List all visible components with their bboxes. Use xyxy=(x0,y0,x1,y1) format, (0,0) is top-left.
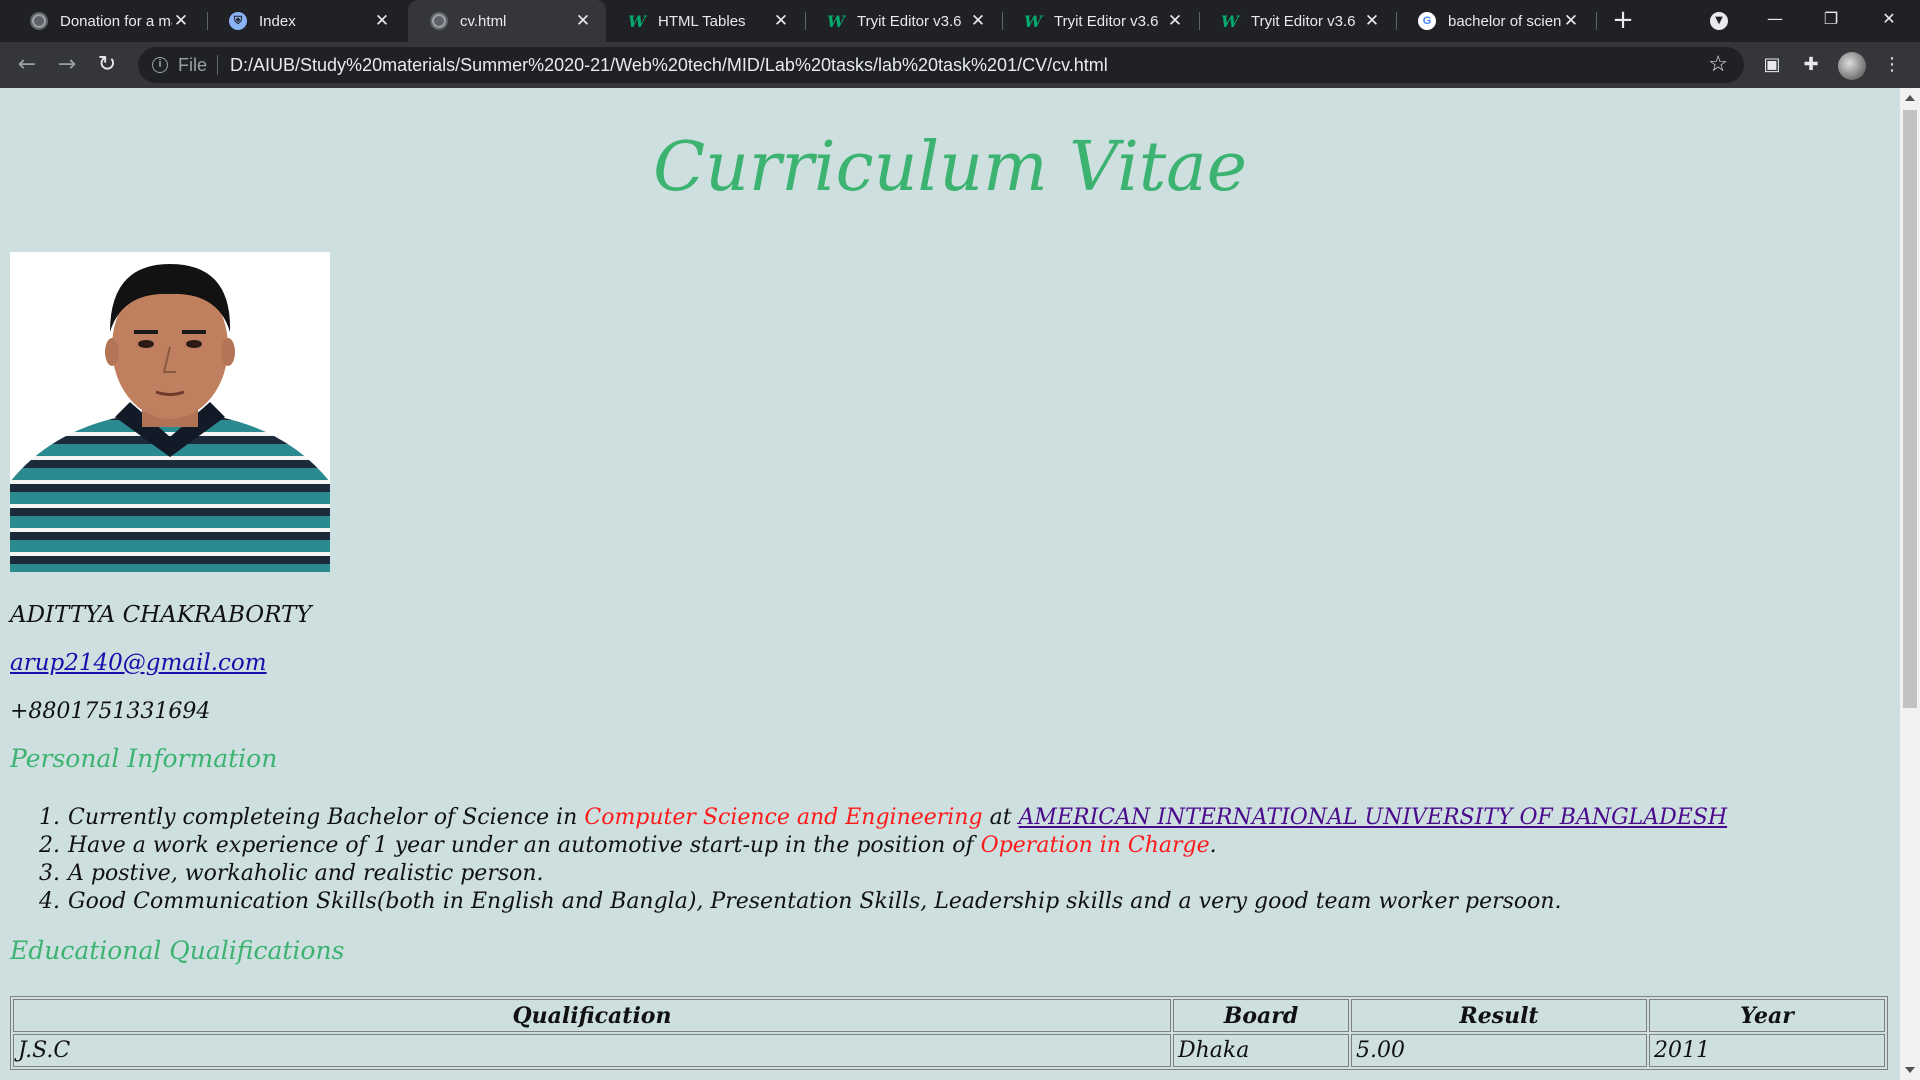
reload-icon[interactable]: ↻ xyxy=(92,50,122,80)
new-tab-icon[interactable]: + xyxy=(1608,6,1638,36)
major-highlight: Computer Science and Engineering xyxy=(584,805,983,830)
column-header-result: Result xyxy=(1351,999,1647,1032)
forward-icon[interactable]: → xyxy=(52,50,82,80)
close-icon[interactable]: ✕ xyxy=(373,11,391,31)
list-text: Currently completeing Bachelor of Scienc… xyxy=(68,805,585,830)
tab-tryit-2[interactable]: W Tryit Editor v3.6 ✕ xyxy=(1002,0,1198,42)
browser-toolbar: ← → ↻ i File D:/AIUB/Study%20materials/S… xyxy=(0,42,1920,88)
restore-icon[interactable]: ❐ xyxy=(1808,4,1854,34)
globe-icon xyxy=(30,12,48,30)
minimize-icon[interactable]: — xyxy=(1752,4,1798,34)
table-header-row: Qualification Board Result Year xyxy=(13,999,1885,1032)
address-scheme: File xyxy=(178,54,208,75)
profile-photo xyxy=(10,252,330,572)
list-item: 4. Good Communication Skills(both in Engl… xyxy=(30,888,1727,916)
tab-title: cv.html xyxy=(460,12,507,30)
table-cell: 5.00 xyxy=(1351,1034,1647,1067)
tab-donation[interactable]: Donation for a ma ✕ xyxy=(8,0,204,42)
person-name: ADITTYA CHAKRABORTY xyxy=(10,602,312,628)
position-highlight: Operation in Charge xyxy=(980,833,1210,858)
table-row: J.S.C Dhaka 5.00 2011 xyxy=(13,1034,1885,1067)
email-link[interactable]: arup2140@gmail.com xyxy=(10,650,267,676)
tab-title: Tryit Editor v3.6 xyxy=(1251,12,1356,30)
list-text: A postive, workaholic and realistic pers… xyxy=(68,861,544,886)
w3schools-icon: W xyxy=(1024,11,1042,31)
table-cell: 2011 xyxy=(1649,1034,1885,1067)
back-icon[interactable]: ← xyxy=(12,50,42,80)
table-cell: J.S.C xyxy=(13,1034,1171,1067)
list-item: 1. Currently completeing Bachelor of Scie… xyxy=(30,804,1727,832)
university-link[interactable]: AMERICAN INTERNATIONAL UNIVERSITY OF BAN… xyxy=(1019,805,1728,830)
close-icon[interactable]: ✕ xyxy=(574,11,592,31)
column-header-year: Year xyxy=(1649,999,1885,1032)
scroll-up-icon[interactable] xyxy=(1905,95,1915,101)
list-text: Have a work experience of 1 year under a… xyxy=(68,833,981,858)
w3schools-icon: W xyxy=(827,11,845,31)
personal-info-list: 1. Currently completeing Bachelor of Scie… xyxy=(30,804,1727,916)
tab-title: HTML Tables xyxy=(658,12,746,30)
page-viewport: Curriculum Vitae ADITTYA CHAKRABORTY aru… xyxy=(0,88,1900,1080)
education-table: Qualification Board Result Year J.S.C Dh… xyxy=(10,996,1888,1070)
scroll-down-icon[interactable] xyxy=(1905,1067,1915,1073)
w3schools-icon: W xyxy=(1221,11,1239,31)
list-text: . xyxy=(1209,833,1217,858)
tab-strip: Donation for a ma ✕ ⛨ Index ✕ cv.html ✕ … xyxy=(0,0,1920,42)
tab-search-icon[interactable]: ▼ xyxy=(1710,12,1728,30)
list-number: 3. xyxy=(39,861,60,886)
menu-kebab-icon[interactable]: ⋮ xyxy=(1880,53,1904,77)
education-heading: Educational Qualifications xyxy=(10,936,345,965)
tab-cv-html[interactable]: cv.html ✕ xyxy=(408,0,606,42)
media-icon[interactable]: ▣ xyxy=(1760,53,1784,77)
tab-title: Tryit Editor v3.6 xyxy=(1054,12,1159,30)
close-icon[interactable]: ✕ xyxy=(1363,11,1381,31)
tab-tryit-3[interactable]: W Tryit Editor v3.6 ✕ xyxy=(1199,0,1395,42)
extensions-icon[interactable]: ✚ xyxy=(1799,53,1823,77)
scrollbar-thumb[interactable] xyxy=(1903,110,1917,708)
page-title: Curriculum Vitae xyxy=(653,128,1247,207)
tab-html-tables[interactable]: W HTML Tables ✕ xyxy=(606,0,804,42)
globe-icon xyxy=(430,12,448,30)
google-icon: G xyxy=(1418,12,1436,30)
column-header-qualification: Qualification xyxy=(13,999,1171,1032)
shield-icon: ⛨ xyxy=(229,12,247,30)
tab-title: bachelor of scienc xyxy=(1448,12,1562,30)
bookmark-star-icon[interactable]: ☆ xyxy=(1708,51,1728,77)
w3schools-icon: W xyxy=(628,11,646,31)
column-header-board: Board xyxy=(1173,999,1349,1032)
address-bar[interactable]: i File D:/AIUB/Study%20materials/Summer%… xyxy=(138,47,1744,83)
vertical-scrollbar[interactable] xyxy=(1900,88,1920,1080)
list-number: 1. xyxy=(39,805,60,830)
list-item: 2. Have a work experience of 1 year under… xyxy=(30,832,1727,860)
tab-title: Index xyxy=(259,12,296,30)
list-number: 4. xyxy=(39,889,60,914)
info-icon[interactable]: i xyxy=(152,57,168,73)
window-close-icon[interactable]: ✕ xyxy=(1866,4,1912,34)
address-url[interactable]: D:/AIUB/Study%20materials/Summer%2020-21… xyxy=(230,55,1108,76)
close-icon[interactable]: ✕ xyxy=(772,11,790,31)
personal-info-heading: Personal Information xyxy=(10,744,278,773)
tab-title: Donation for a ma xyxy=(60,12,172,30)
profile-avatar[interactable] xyxy=(1838,52,1866,80)
tab-tryit-1[interactable]: W Tryit Editor v3.6 ✕ xyxy=(805,0,1001,42)
close-icon[interactable]: ✕ xyxy=(172,11,190,31)
address-divider xyxy=(217,55,219,75)
table-cell: Dhaka xyxy=(1173,1034,1349,1067)
list-number: 2. xyxy=(39,833,60,858)
tab-title: Tryit Editor v3.6 xyxy=(857,12,962,30)
list-text: at xyxy=(982,805,1019,830)
tab-divider xyxy=(1596,12,1597,30)
tab-index[interactable]: ⛨ Index ✕ xyxy=(207,0,405,42)
close-icon[interactable]: ✕ xyxy=(969,11,987,31)
phone-number: +8801751331694 xyxy=(10,699,211,724)
close-icon[interactable]: ✕ xyxy=(1166,11,1184,31)
list-item: 3. A postive, workaholic and realistic pe… xyxy=(30,860,1727,888)
tab-google-search[interactable]: G bachelor of scienc ✕ xyxy=(1396,0,1594,42)
list-text: Good Communication Skills(both in Englis… xyxy=(68,889,1562,914)
close-icon[interactable]: ✕ xyxy=(1562,11,1580,31)
